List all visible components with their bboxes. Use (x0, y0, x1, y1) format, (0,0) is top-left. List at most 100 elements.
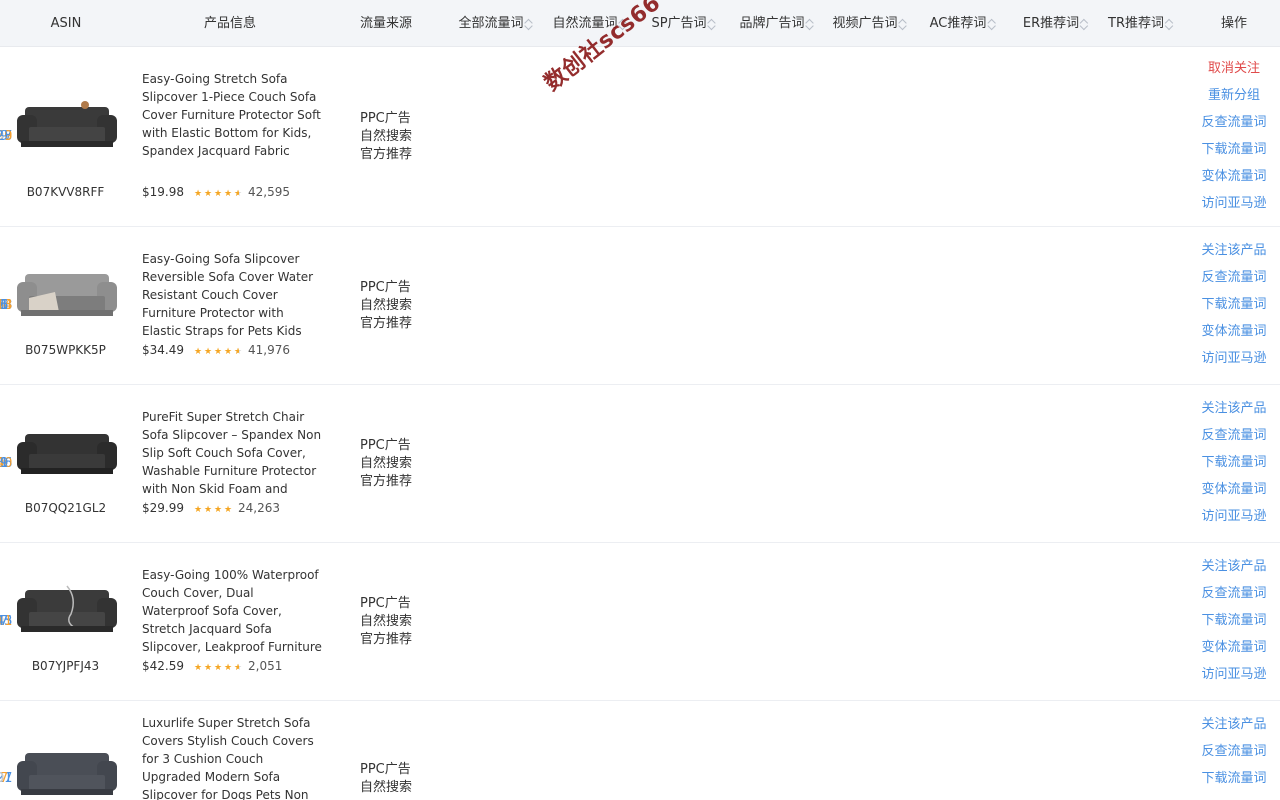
op-link[interactable]: 访问亚马逊 (1196, 350, 1272, 377)
op-link[interactable]: 变体流量词 (1196, 168, 1272, 195)
star-icon: ★ (224, 189, 233, 199)
table-row: B075WPKK5P Easy-Going Sofa Slipcover Reve… (0, 227, 1280, 385)
traffic-source: 官方推荐 (360, 316, 413, 331)
op-link[interactable]: 下载流量词 (1196, 454, 1272, 481)
product-image[interactable] (15, 578, 119, 640)
traffic-source: 官方推荐 (360, 474, 413, 489)
product-title[interactable]: Easy-Going Sofa Slipcover Reversible Sof… (142, 250, 322, 340)
price: $42.59 (142, 659, 184, 673)
product-title[interactable]: PureFit Super Stretch Chair Sofa Slipcov… (142, 408, 322, 498)
tr-keyword-count[interactable]: 15 (0, 298, 8, 313)
product-image[interactable] (15, 420, 119, 482)
op-link[interactable]: 反查流量词 (1196, 743, 1272, 770)
product-title[interactable]: Luxurlife Super Stretch Sofa Covers Styl… (142, 714, 322, 800)
col-ops: 操作 (1220, 16, 1248, 31)
star-icon: ★ (194, 505, 203, 515)
price: $34.49 (142, 343, 184, 357)
half-star-icon: ★ (234, 664, 243, 674)
sort-icon[interactable] (708, 18, 717, 30)
row-actions: 关注该产品 反查流量词 下载流量词 (1196, 716, 1272, 797)
product-title[interactable]: Easy-Going 100% Waterproof Couch Cover, … (142, 566, 322, 656)
op-link[interactable]: 取消关注 (1196, 60, 1272, 87)
rating-stars: ★ ★ ★ ★★ (194, 185, 244, 200)
product-image[interactable] (15, 262, 119, 324)
op-link[interactable]: 关注该产品 (1196, 716, 1272, 743)
table-row: B07QQ21GL2 PureFit Super Stretch Chair So… (0, 385, 1280, 543)
op-link[interactable]: 访问亚马逊 (1196, 195, 1272, 222)
star-icon: ★ (214, 505, 223, 515)
col-ac-keywords[interactable]: AC推荐词 (930, 0, 997, 47)
sort-icon[interactable] (899, 18, 908, 30)
sort-icon[interactable] (806, 18, 815, 30)
traffic-source: 自然搜索 (360, 298, 413, 313)
op-link[interactable]: 反查流量词 (1196, 114, 1272, 141)
rating-stars: ★ ★ ★ ★ (194, 501, 234, 515)
op-link[interactable]: 反查流量词 (1196, 427, 1272, 454)
col-video-keywords[interactable]: 视频广告词 (832, 0, 907, 47)
star-icon: ★ (224, 347, 233, 357)
price: $19.98 (142, 185, 184, 199)
sort-icon[interactable] (525, 18, 534, 30)
asin-text[interactable]: B07YJPFJ43 (0, 659, 131, 673)
review-count: 41,976 (248, 343, 290, 357)
star-icon: ★ (224, 505, 233, 515)
sort-icon[interactable] (987, 18, 996, 30)
traffic-source: PPC广告 (360, 438, 411, 453)
traffic-source: 自然搜索 (360, 129, 413, 144)
col-source: 流量来源 (359, 16, 413, 31)
op-link[interactable]: 反查流量词 (1196, 585, 1272, 612)
col-all-keywords[interactable]: 全部流量词 (458, 0, 533, 47)
col-asin: ASIN (50, 16, 82, 31)
traffic-source: PPC广告 (360, 111, 411, 126)
asin-text[interactable]: B075WPKK5P (0, 343, 131, 357)
op-link[interactable]: 重新分组 (1196, 87, 1272, 114)
traffic-source: 官方推荐 (360, 632, 413, 647)
traffic-source: 自然搜索 (360, 456, 413, 471)
half-star-icon: ★ (234, 348, 243, 358)
asin-text[interactable]: B07QQ21GL2 (0, 501, 131, 515)
traffic-source: 自然搜索 (360, 614, 413, 629)
star-icon: ★ (204, 189, 213, 199)
price: $29.99 (142, 501, 184, 515)
product-meta: $19.98★★★★★42,595 (142, 185, 290, 199)
col-ac-label: AC推荐词 (929, 16, 987, 31)
op-link[interactable]: 关注该产品 (1196, 558, 1272, 585)
sort-icon[interactable] (1080, 18, 1089, 30)
op-link[interactable]: 下载流量词 (1196, 296, 1272, 323)
tr-keyword-count[interactable]: 4 (0, 614, 4, 629)
traffic-sources: PPC广告 自然搜索 (360, 761, 412, 797)
op-link[interactable]: 反查流量词 (1196, 269, 1272, 296)
op-link[interactable]: 关注该产品 (1196, 242, 1272, 269)
asin-text[interactable]: B07KVV8RFF (0, 185, 131, 199)
op-link[interactable]: 访问亚马逊 (1196, 666, 1272, 693)
star-icon: ★ (214, 347, 223, 357)
product-meta: $42.59★★★★★2,051 (142, 659, 282, 673)
product-title[interactable]: Easy-Going Stretch Sofa Slipcover 1-Piec… (142, 70, 322, 160)
col-er-keywords[interactable]: ER推荐词 (1023, 0, 1089, 47)
sort-icon[interactable] (1165, 18, 1174, 30)
op-link[interactable]: 关注该产品 (1196, 400, 1272, 427)
op-link[interactable]: 变体流量词 (1196, 639, 1272, 666)
op-link[interactable]: 变体流量词 (1196, 481, 1272, 508)
traffic-source: 官方推荐 (360, 147, 413, 162)
product-image[interactable] (15, 741, 119, 800)
product-meta: $34.49 ★★★★★ 41,976 (142, 343, 290, 357)
col-tr-keywords[interactable]: TR推荐词 (1108, 0, 1174, 47)
product-image[interactable] (15, 93, 119, 155)
traffic-source: 自然搜索 (360, 780, 413, 795)
tr-keyword-count[interactable]: 2 (0, 129, 4, 144)
op-link[interactable]: 访问亚马逊 (1196, 508, 1272, 535)
col-brand-keywords[interactable]: 品牌广告词 (739, 0, 814, 47)
op-link[interactable]: 下载流量词 (1196, 141, 1272, 168)
star-icon: ★ (214, 189, 223, 199)
rating-stars: ★ ★ ★ ★★ (194, 343, 244, 358)
op-link[interactable]: 下载流量词 (1196, 770, 1272, 797)
col-tr-label: TR推荐词 (1108, 16, 1164, 31)
tr-keyword-count[interactable]: 99 (0, 456, 8, 471)
op-link[interactable]: 变体流量词 (1196, 323, 1272, 350)
op-link[interactable]: 下载流量词 (1196, 612, 1272, 639)
half-star-icon: ★ (234, 190, 243, 200)
row-actions: 取消关注 重新分组 反查流量词 下载流量词 变体流量词 访问亚马逊 (1196, 60, 1272, 222)
table-row: Luxurlife Super Stretch Sofa Covers Styl… (0, 701, 1280, 800)
review-count: 2,051 (248, 659, 283, 673)
